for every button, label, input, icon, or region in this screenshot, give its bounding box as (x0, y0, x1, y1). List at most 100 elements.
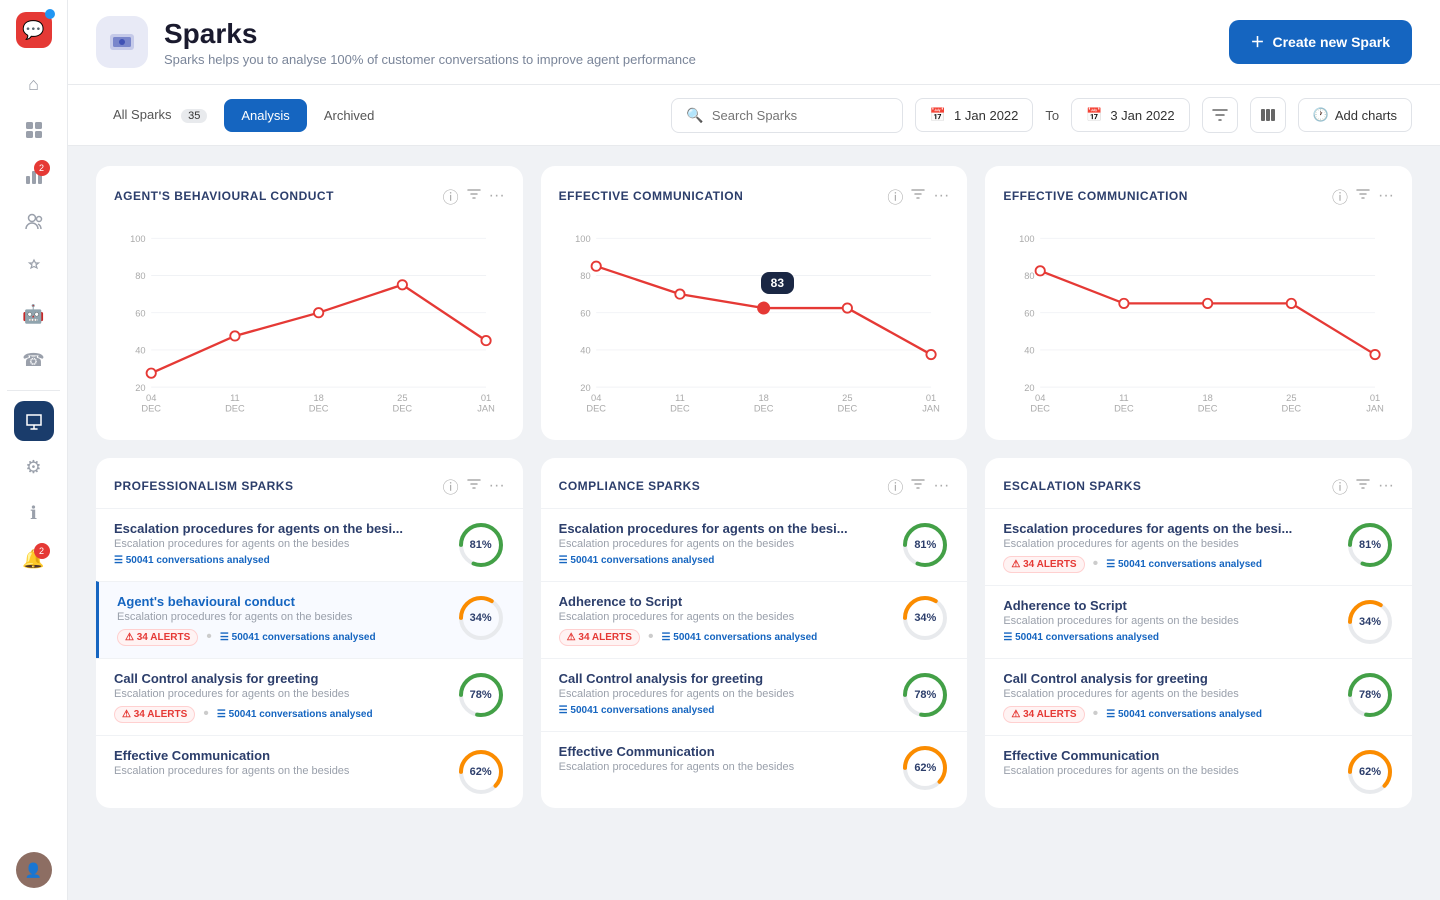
conv-badge-0-1: ☰ 50041 conversations analysed (220, 632, 376, 643)
list-actions-0[interactable]: ⓘ ··· (443, 474, 505, 498)
list-item-0-2[interactable]: Call Control analysis for greeting Escal… (96, 658, 523, 735)
info-list-icon-1[interactable]: ⓘ (887, 474, 903, 498)
divider (7, 390, 61, 391)
users-icon[interactable] (14, 202, 54, 242)
chart-actions-2[interactable]: ⓘ ··· (1332, 184, 1394, 208)
list-item-0-0[interactable]: Escalation procedures for agents on the … (96, 508, 523, 581)
filter-chart-icon-1[interactable] (911, 187, 925, 206)
more-list-icon-1[interactable]: ··· (933, 477, 949, 495)
info-icon-2[interactable]: ⓘ (1332, 184, 1348, 208)
svg-text:60: 60 (580, 308, 590, 318)
chart-card-1: EFFECTIVE COMMUNICATION ⓘ ··· 100 80 60 … (541, 166, 968, 440)
chart-area-1: 100 80 60 40 20 04 DEC11 DEC18 DEC25 DEC… (559, 222, 950, 422)
list-item-1-3[interactable]: Effective Communication Escalation proce… (541, 731, 968, 804)
info-list-icon-0[interactable]: ⓘ (443, 474, 459, 498)
svg-text:DEC: DEC (670, 403, 690, 413)
search-box[interactable]: 🔍 (671, 98, 902, 133)
main-content: Sparks Sparks helps you to analyse 100% … (68, 0, 1440, 900)
create-spark-button[interactable]: ＋ Create new Spark (1229, 20, 1413, 64)
list-title-1: COMPLIANCE SPARKS (559, 479, 701, 493)
info-icon-0[interactable]: ⓘ (443, 184, 459, 208)
list-item-content-0-2: Call Control analysis for greeting Escal… (114, 671, 447, 723)
alert-badge-0-2: ⚠ 34 ALERTS (114, 706, 195, 723)
search-input[interactable] (712, 108, 888, 123)
date-to-box[interactable]: 📅 3 Jan 2022 (1071, 98, 1190, 132)
svg-text:01: 01 (481, 393, 491, 403)
list-item-desc-2-1: Escalation procedures for agents on the … (1003, 615, 1336, 627)
list-item-desc-2-2: Escalation procedures for agents on the … (1003, 688, 1336, 700)
list-card-1: COMPLIANCE SPARKS ⓘ ··· Escalation proce… (541, 458, 968, 808)
list-item-title-1-3: Effective Communication (559, 744, 892, 759)
info-icon-1[interactable]: ⓘ (887, 184, 903, 208)
filter-chart-icon-2[interactable] (1356, 187, 1370, 206)
more-list-icon-2[interactable]: ··· (1378, 477, 1394, 495)
filter-icon-btn[interactable] (1202, 97, 1238, 133)
list-item-1-0[interactable]: Escalation procedures for agents on the … (541, 508, 968, 581)
tab-analysis[interactable]: Analysis (224, 99, 306, 132)
filter-list-icon-1[interactable] (911, 477, 925, 496)
svg-text:DEC: DEC (1114, 403, 1134, 413)
list-item-content-2-0: Escalation procedures for agents on the … (1003, 521, 1336, 573)
list-item-2-0[interactable]: Escalation procedures for agents on the … (985, 508, 1412, 585)
more-icon-2[interactable]: ··· (1378, 187, 1394, 205)
list-item-1-2[interactable]: Call Control analysis for greeting Escal… (541, 658, 968, 731)
more-icon-0[interactable]: ··· (489, 187, 505, 205)
svg-text:01: 01 (926, 393, 936, 403)
dashboard-icon[interactable] (14, 110, 54, 150)
calendar-from-icon: 📅 (930, 107, 946, 123)
svg-text:04: 04 (591, 393, 601, 403)
filter-list-icon-0[interactable] (467, 477, 481, 496)
list-item-2-3[interactable]: Effective Communication Escalation proce… (985, 735, 1412, 808)
sparks-nav-icon[interactable] (14, 401, 54, 441)
alert-badge-0-1: ⚠ 34 ALERTS (117, 629, 198, 646)
robot-icon[interactable]: 🤖 (14, 294, 54, 334)
chart-actions-0[interactable]: ⓘ ··· (443, 184, 505, 208)
list-actions-1[interactable]: ⓘ ··· (887, 474, 949, 498)
tab-archived[interactable]: Archived (307, 99, 392, 132)
more-icon-1[interactable]: ··· (933, 187, 949, 205)
list-item-title-1-0: Escalation procedures for agents on the … (559, 521, 892, 536)
progress-1-1: 34% (901, 594, 949, 642)
list-item-title-2-1: Adherence to Script (1003, 598, 1336, 613)
filter-list-icon-2[interactable] (1356, 477, 1370, 496)
home-icon[interactable]: ⌂ (14, 64, 54, 104)
list-item-1-1[interactable]: Adherence to Script Escalation procedure… (541, 581, 968, 658)
svg-text:01: 01 (1370, 393, 1380, 403)
tab-all-sparks[interactable]: All Sparks 35 (96, 98, 224, 132)
svg-text:DEC: DEC (837, 403, 857, 413)
svg-text:DEC: DEC (1031, 403, 1051, 413)
more-list-icon-0[interactable]: ··· (489, 477, 505, 495)
pct-label-0-0: 81% (457, 521, 505, 569)
filter-chart-icon-0[interactable] (467, 187, 481, 206)
gear-icon[interactable]: ⚙ (14, 447, 54, 487)
svg-text:04: 04 (146, 393, 156, 403)
svg-text:25: 25 (1286, 393, 1296, 403)
info-icon[interactable]: ℹ (14, 493, 54, 533)
avatar[interactable]: 👤 (16, 852, 52, 888)
list-item-desc-0-3: Escalation procedures for agents on the … (114, 765, 447, 777)
bell-icon[interactable]: 🔔2 (14, 539, 54, 579)
conv-badge-2-2: ☰ 50041 conversations analysed (1106, 709, 1262, 720)
columns-icon-btn[interactable] (1250, 97, 1286, 133)
progress-2-3: 62% (1346, 748, 1394, 796)
list-item-2-2[interactable]: Call Control analysis for greeting Escal… (985, 658, 1412, 735)
settings2-icon[interactable] (14, 248, 54, 288)
list-actions-2[interactable]: ⓘ ··· (1332, 474, 1394, 498)
app-logo: 💬 (16, 12, 52, 48)
list-item-title-2-2: Call Control analysis for greeting (1003, 671, 1336, 686)
list-item-2-1[interactable]: Adherence to Script Escalation procedure… (985, 585, 1412, 658)
add-charts-button[interactable]: 🕐 Add charts (1298, 98, 1412, 132)
chart-icon[interactable]: 2 (14, 156, 54, 196)
phone-icon[interactable]: ☎ (14, 340, 54, 380)
content-grid: AGENT'S BEHAVIOURAL CONDUCT ⓘ ··· 100 80… (68, 146, 1440, 900)
chart-header-2: EFFECTIVE COMMUNICATION ⓘ ··· (1003, 184, 1394, 208)
sparks-header-icon (96, 16, 148, 68)
chart-actions-1[interactable]: ⓘ ··· (887, 184, 949, 208)
chart-header-1: EFFECTIVE COMMUNICATION ⓘ ··· (559, 184, 950, 208)
list-item-0-1[interactable]: Agent's behavioural conduct Escalation p… (96, 581, 523, 658)
date-from-box[interactable]: 📅 1 Jan 2022 (915, 98, 1034, 132)
list-item-0-3[interactable]: Effective Communication Escalation proce… (96, 735, 523, 808)
sidebar: 💬 ⌂ 2 🤖 ☎ (0, 0, 68, 900)
conv-badge-0-0: ☰ 50041 conversations analysed (114, 555, 270, 566)
info-list-icon-2[interactable]: ⓘ (1332, 474, 1348, 498)
